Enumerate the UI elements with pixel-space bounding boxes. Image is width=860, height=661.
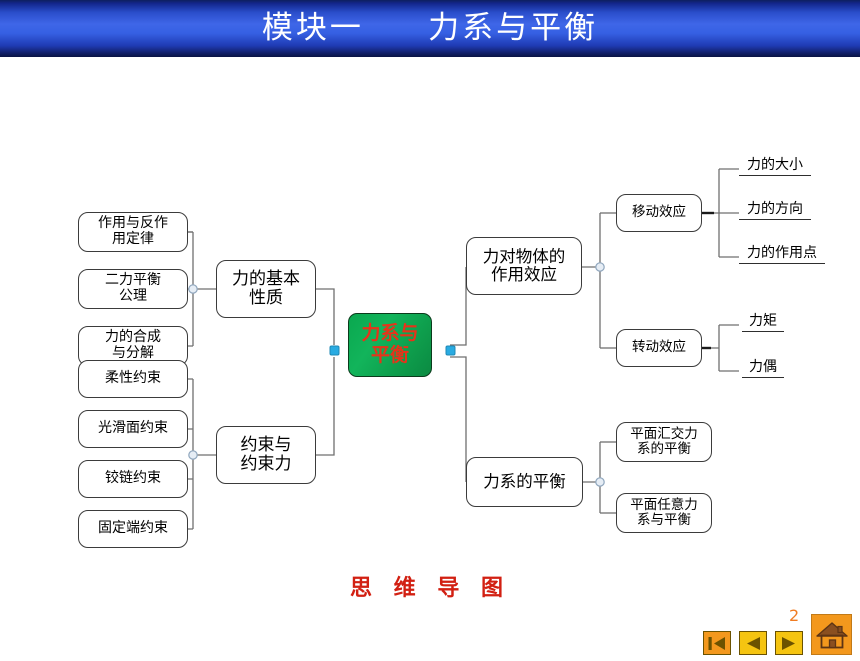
- node-fixed-end-constraint[interactable]: 固定端约束: [78, 510, 188, 548]
- slide-title-bar: 模块一 力系与平衡: [0, 0, 860, 57]
- next-slide-button[interactable]: [775, 631, 803, 655]
- page-number: 2: [789, 606, 800, 625]
- leaf-force-direction[interactable]: 力的方向: [739, 198, 811, 220]
- node-hinge-constraint[interactable]: 铰链约束: [78, 460, 188, 498]
- node-equilibrium-of-force-system[interactable]: 力系的平衡: [466, 457, 583, 507]
- first-slide-button[interactable]: [703, 631, 731, 655]
- node-action-reaction-law[interactable]: 作用与反作 用定律: [78, 212, 188, 252]
- slide-title: 模块一 力系与平衡: [261, 10, 599, 46]
- node-constraint-and-constraint-force[interactable]: 约束与 约束力: [216, 426, 316, 484]
- previous-slide-button[interactable]: [739, 631, 767, 655]
- node-force-effect-on-object[interactable]: 力对物体的 作用效应: [466, 237, 582, 295]
- first-slide-icon: [708, 636, 725, 650]
- node-general-planar-force-equilibrium[interactable]: 平面任意力 系与平衡: [616, 493, 712, 533]
- node-smooth-surface-constraint[interactable]: 光滑面约束: [78, 410, 188, 448]
- node-concurrent-planar-force-equilibrium[interactable]: 平面汇交力 系的平衡: [616, 422, 712, 462]
- leaf-couple[interactable]: 力偶: [742, 356, 784, 378]
- home-icon: [815, 621, 848, 648]
- node-rotation-effect[interactable]: 转动效应: [616, 329, 702, 367]
- node-two-force-balance-axiom[interactable]: 二力平衡 公理: [78, 269, 188, 309]
- leaf-moment-of-force[interactable]: 力矩: [742, 310, 784, 332]
- mindmap-caption: 思 维 导 图: [350, 576, 510, 601]
- node-translation-effect[interactable]: 移动效应: [616, 194, 702, 232]
- node-root-force-system-equilibrium[interactable]: 力系与 平衡: [348, 313, 432, 377]
- previous-slide-icon: [747, 636, 760, 650]
- node-flexible-constraint[interactable]: 柔性约束: [78, 360, 188, 398]
- home-button[interactable]: [811, 614, 852, 655]
- node-force-basic-properties[interactable]: 力的基本 性质: [216, 260, 316, 318]
- next-slide-icon: [782, 636, 795, 650]
- leaf-force-magnitude[interactable]: 力的大小: [739, 154, 811, 176]
- leaf-force-application-point[interactable]: 力的作用点: [739, 242, 825, 264]
